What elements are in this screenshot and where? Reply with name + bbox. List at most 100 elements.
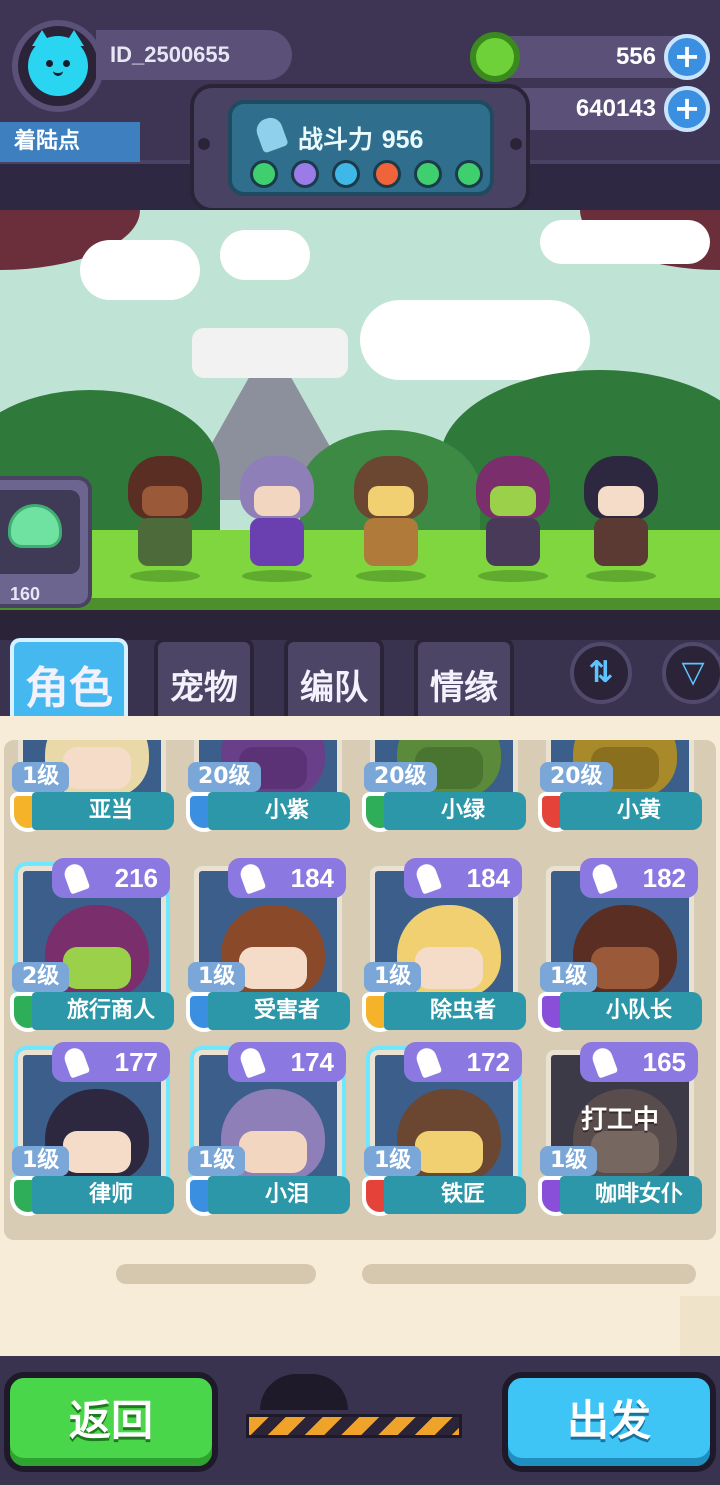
character-squad-leader[interactable]	[122, 456, 208, 582]
hazard-stripe	[246, 1414, 462, 1438]
element-row	[250, 160, 483, 188]
power-value: 182	[642, 863, 686, 893]
cloud	[540, 220, 710, 264]
sort-arrows-icon: ⇅	[588, 655, 614, 690]
level-badge: 1级	[188, 962, 246, 992]
tab-bonds[interactable]: 情缘	[414, 638, 514, 716]
screw-icon	[198, 138, 210, 150]
rocket-icon	[61, 861, 91, 895]
power-badge: 182	[580, 858, 698, 898]
volcano-snow	[192, 328, 348, 378]
player-id: ID_2500655	[96, 30, 292, 80]
character-lawyer[interactable]	[578, 456, 664, 582]
character-card[interactable]: 20级 小紫	[184, 740, 350, 832]
rocket-icon	[237, 1045, 267, 1079]
character-traveling-merchant[interactable]	[470, 456, 556, 582]
rocket-icon	[589, 861, 619, 895]
gem-value: 556	[615, 43, 656, 70]
pet-slot-card[interactable]: 160	[0, 476, 92, 608]
slime-icon	[8, 504, 62, 548]
filter-button[interactable]: ▽	[662, 642, 720, 704]
blurred-text	[116, 1264, 316, 1284]
character-blacksmith[interactable]	[348, 456, 434, 582]
depart-button[interactable]: 出发	[502, 1372, 716, 1472]
power-value: 172	[466, 1047, 510, 1077]
pet-slot-art	[0, 490, 80, 574]
character-card[interactable]: 182 1级 小队长	[536, 856, 702, 1032]
leaf-element-icon	[455, 160, 483, 188]
tab-pets[interactable]: 宠物	[154, 638, 254, 716]
power-value: 174	[290, 1047, 334, 1077]
character-card[interactable]: 20级 小绿	[360, 740, 526, 832]
character-name: 受害者	[208, 992, 350, 1030]
character-name: 小队长	[560, 992, 702, 1030]
cloud	[360, 300, 590, 380]
rocket-icon	[413, 1045, 443, 1079]
fire-element-icon	[373, 160, 401, 188]
power-screen: 战斗力 956	[228, 100, 494, 196]
moon-element-icon	[291, 160, 319, 188]
character-card[interactable]: 20级 小黄	[536, 740, 702, 832]
cat-avatar-icon	[28, 30, 88, 96]
roster-grid: 1级 亚当 20级 小紫 20级 小绿 20级 小黄 216 2级 旅行商人 1…	[4, 740, 716, 1240]
level-badge: 1级	[12, 762, 70, 792]
character-card[interactable]: 184 1级 受害者	[184, 856, 350, 1032]
tab-label: 角色	[25, 663, 113, 714]
power-value: 184	[290, 863, 334, 893]
character-card[interactable]: 184 1级 除虫者	[360, 856, 526, 1032]
gem-icon	[470, 32, 520, 82]
power-badge: 174	[228, 1042, 346, 1082]
paper-corner	[680, 1296, 720, 1356]
power-badge: 184	[404, 858, 522, 898]
tab-bar-lid	[0, 610, 720, 640]
add-gold-button[interactable]: +	[664, 86, 710, 132]
power-badge: 177	[52, 1042, 170, 1082]
level-badge: 1级	[540, 1146, 598, 1176]
back-button[interactable]: 返回	[4, 1372, 218, 1472]
character-name: 律师	[32, 1176, 174, 1214]
character-card[interactable]: 216 2级 旅行商人	[8, 856, 174, 1032]
roster-panel: 1级 亚当 20级 小紫 20级 小绿 20级 小黄 216 2级 旅行商人 1…	[0, 716, 720, 1356]
tab-characters[interactable]: 角色	[10, 638, 128, 716]
power-label-text: 战斗力	[298, 125, 374, 154]
character-card[interactable]: 177 1级 律师	[8, 1040, 174, 1216]
character-name: 小绿	[384, 792, 526, 830]
level-badge: 2级	[12, 962, 70, 992]
leaf-element-icon	[250, 160, 278, 188]
add-gems-button[interactable]: +	[664, 34, 710, 80]
level-badge: 1级	[364, 962, 422, 992]
power-badge: 216	[52, 858, 170, 898]
power-label: 战斗力 956	[298, 120, 423, 156]
level-badge: 1级	[188, 1146, 246, 1176]
character-name: 小黄	[560, 792, 702, 830]
player-avatar[interactable]	[12, 20, 104, 112]
level-badge: 1级	[12, 1146, 70, 1176]
team-scene: 160	[0, 210, 720, 610]
rocket-icon	[237, 861, 267, 895]
working-status: 打工中	[580, 1105, 659, 1135]
level-badge: 20级	[540, 762, 613, 792]
character-name: 小泪	[208, 1176, 350, 1214]
power-panel: 战斗力 956	[190, 84, 530, 212]
character-name: 除虫者	[384, 992, 526, 1030]
tab-formation[interactable]: 编队	[284, 638, 384, 716]
tab-label: 宠物	[170, 668, 238, 708]
character-card[interactable]: 172 1级 铁匠	[360, 1040, 526, 1216]
ground	[0, 598, 720, 610]
power-badge: 165	[580, 1042, 698, 1082]
character-name: 小紫	[208, 792, 350, 830]
gem-counter: 556 +	[470, 32, 710, 82]
character-card[interactable]: 174 1级 小泪	[184, 1040, 350, 1216]
character-card[interactable]: 1级 亚当	[8, 740, 174, 832]
machine-dome	[260, 1374, 348, 1410]
location-tab[interactable]: 着陆点	[0, 122, 140, 162]
rocket-icon	[253, 114, 289, 154]
tab-label: 编队	[300, 668, 368, 708]
character-card[interactable]: 打工中 165 1级 咖啡女仆	[536, 1040, 702, 1216]
character-xiaolei[interactable]	[234, 456, 320, 582]
character-name: 咖啡女仆	[560, 1176, 702, 1214]
level-badge: 1级	[364, 1146, 422, 1176]
power-badge: 172	[404, 1042, 522, 1082]
sort-button[interactable]: ⇅	[570, 642, 632, 704]
power-value: 216	[114, 863, 158, 893]
